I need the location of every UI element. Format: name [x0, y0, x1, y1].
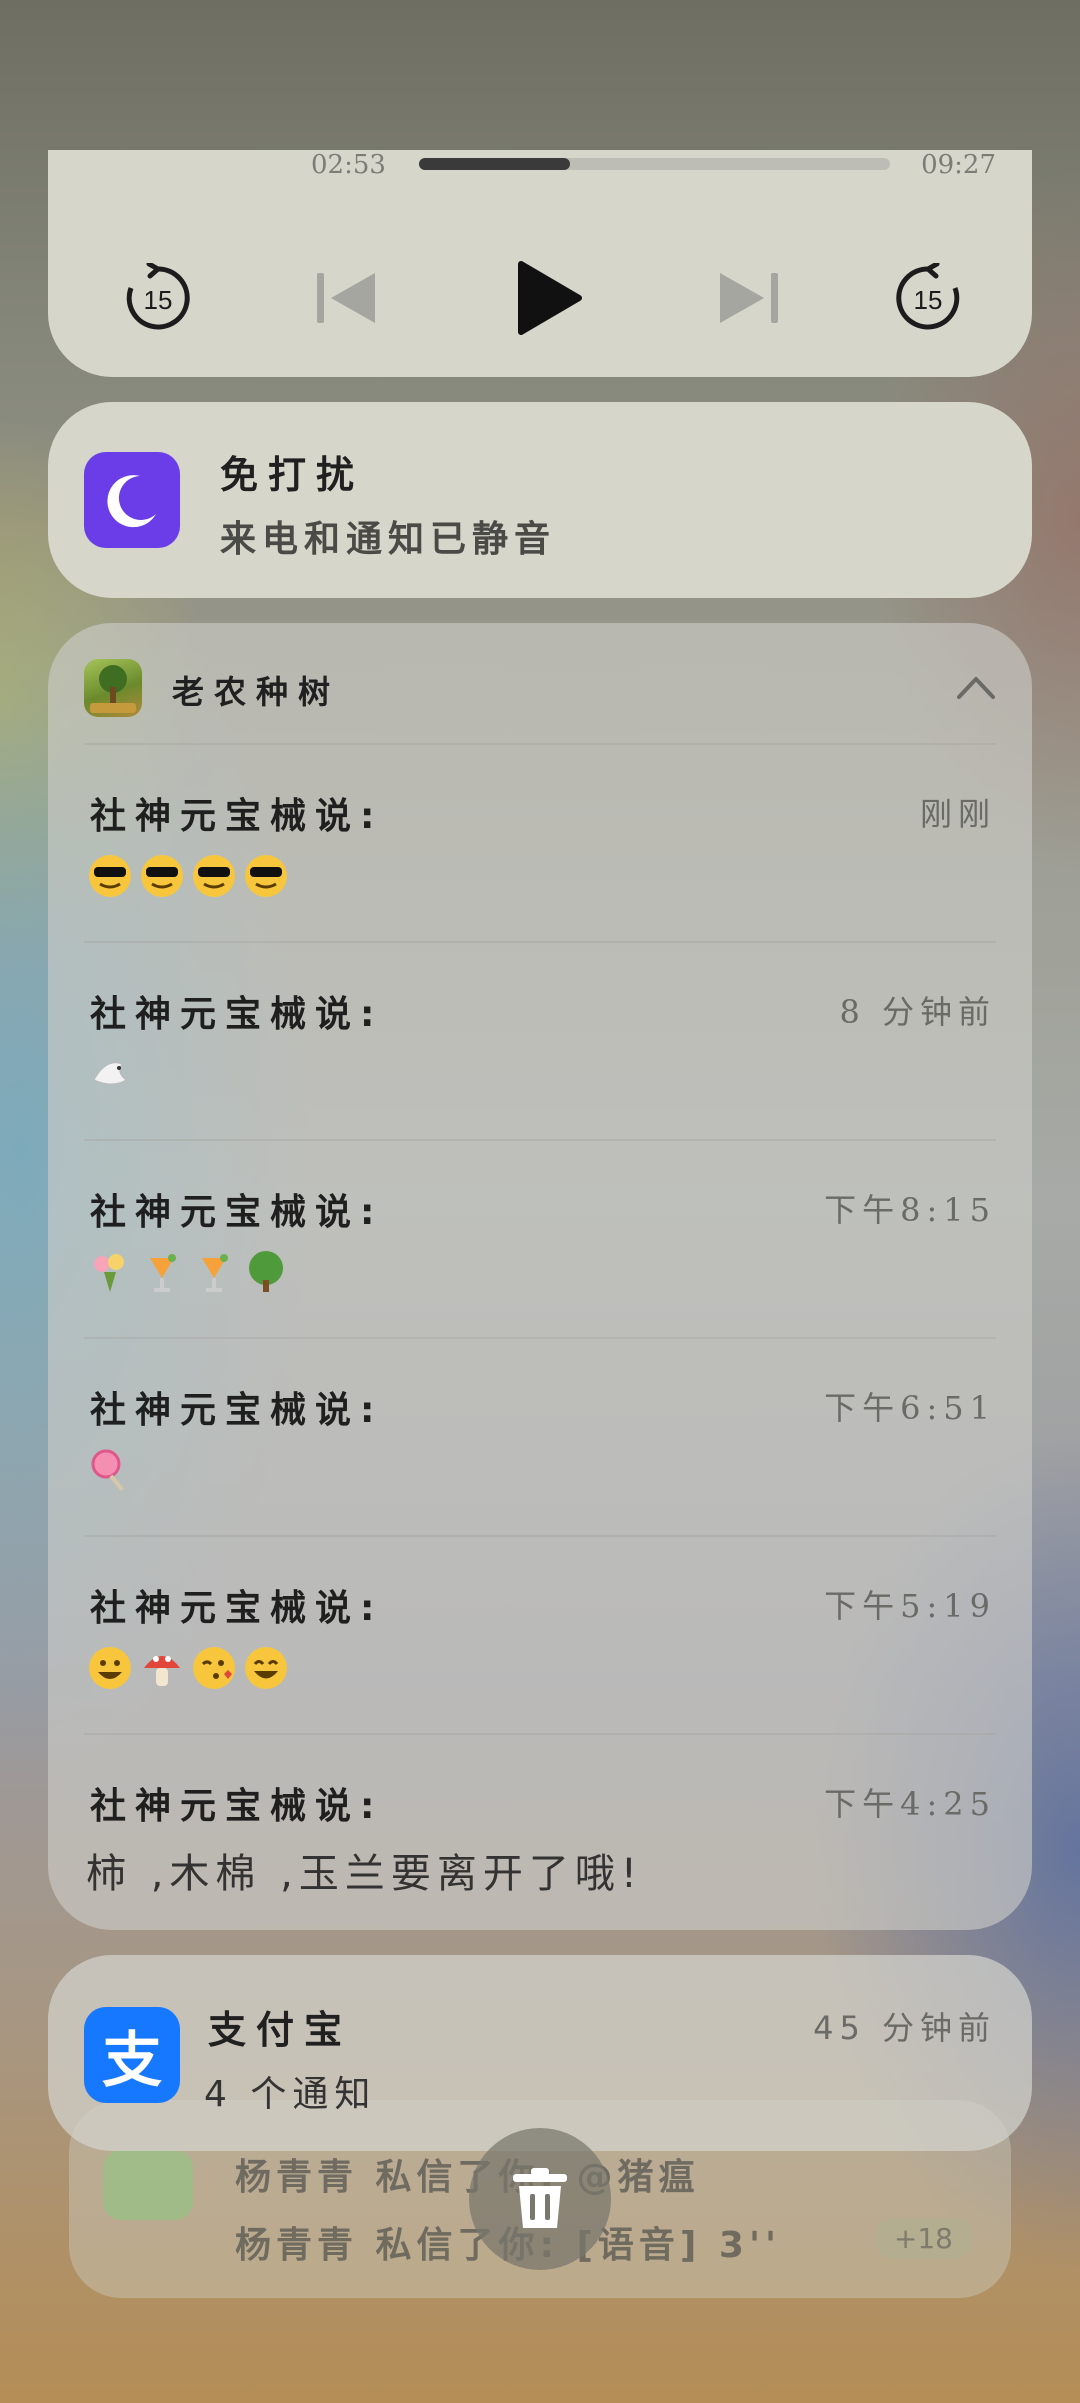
sunglasses-face-emoji-icon: [193, 855, 235, 897]
message-time: 下午5:19: [824, 1587, 996, 1625]
svg-text:15: 15: [914, 285, 943, 315]
message-time: 刚刚: [919, 795, 996, 833]
rewind-15-icon: 15: [126, 263, 190, 330]
lollipop-emoji-icon: [91, 1449, 124, 1491]
do-not-disturb-card[interactable]: 免打扰 来电和通知已静音: [48, 402, 1032, 598]
message-time: 下午4:25: [824, 1785, 996, 1823]
divider: [84, 1337, 996, 1339]
trash-icon: [513, 2168, 567, 2228]
moon-icon: [84, 452, 180, 548]
next-icon: [720, 273, 778, 323]
sunglasses-face-emoji-icon: [89, 855, 131, 897]
dove-emoji-icon: [93, 1062, 127, 1085]
elapsed-time: 02:53: [311, 150, 386, 180]
flower-bouquet-emoji-icon: [94, 1254, 124, 1292]
mushroom-emoji-icon: [144, 1656, 180, 1686]
message-time: 下午6:51: [824, 1389, 996, 1427]
message-body: [86, 1049, 138, 1098]
stacked-count-badge: +18: [873, 2218, 973, 2259]
duration-time: 09:27: [921, 150, 996, 180]
app-icon-laonong: [84, 659, 142, 717]
alipay-icon-glyph: 支: [102, 2025, 162, 2096]
alipay-icon: 支: [84, 2007, 180, 2103]
divider: [84, 743, 996, 745]
message-sender: 社神元宝械说:: [90, 1786, 384, 1827]
chevron-up-icon: [957, 677, 995, 699]
play-button[interactable]: [510, 260, 586, 336]
message-body: [86, 1445, 138, 1494]
alipay-app-name: 支付宝: [208, 2008, 353, 2052]
message-time: 下午8:15: [824, 1191, 996, 1229]
chat-app-icon: [103, 2150, 193, 2220]
dnd-subtitle: 来电和通知已静音: [220, 519, 557, 560]
clear-all-button[interactable]: [469, 2128, 611, 2270]
message-time: 8 分钟前: [839, 993, 996, 1031]
message-sender: 社神元宝械说:: [90, 1192, 384, 1233]
alipay-notification-card[interactable]: 支 支付宝 45 分钟前 4 个通知: [48, 1955, 1032, 2151]
tropical-drink-emoji-icon: [150, 1254, 176, 1292]
forward-15-button[interactable]: 15: [890, 260, 966, 336]
svg-text:15: 15: [144, 285, 173, 315]
playback-progress-fill: [419, 158, 570, 170]
grinning-face-emoji-icon: [89, 1647, 131, 1689]
divider: [84, 941, 996, 943]
previous-icon: [317, 273, 375, 323]
divider: [84, 1139, 996, 1141]
message-sender: 社神元宝械说:: [90, 994, 384, 1035]
alipay-time: 45 分钟前: [813, 2009, 996, 2047]
group-app-name: 老农种树: [172, 673, 341, 711]
alipay-summary: 4 个通知: [204, 2074, 377, 2115]
media-player-card: 02:53 09:27 15 15: [48, 150, 1032, 377]
playback-progress-bar[interactable]: [419, 158, 890, 170]
divider: [84, 1535, 996, 1537]
previous-track-button[interactable]: [309, 260, 385, 336]
rewind-15-button[interactable]: 15: [120, 260, 196, 336]
tree-emoji-icon: [249, 1251, 283, 1292]
message-body: [86, 851, 294, 900]
sunglasses-face-emoji-icon: [245, 855, 287, 897]
forward-15-icon: 15: [896, 263, 960, 330]
stacked-line-1: 杨青青 私信了你: @猪瘟: [235, 2157, 700, 2198]
sunglasses-face-emoji-icon: [141, 855, 183, 897]
notification-group-laonong: 老农种树 社神元宝械说: 刚刚 社神元宝械说: 8 分钟前 社神元宝械说: 下午8:15 社…: [48, 623, 1032, 1930]
message-sender: 社神元宝械说:: [90, 796, 384, 837]
divider: [84, 1733, 996, 1735]
message-body: 柿 ,木棉 ,玉兰要离开了哦!: [86, 1851, 643, 1897]
tropical-drink-emoji-icon: [202, 1254, 228, 1292]
play-icon: [518, 261, 582, 335]
dnd-title: 免打扰: [220, 453, 365, 497]
kissing-face-emoji-icon: [193, 1647, 235, 1689]
collapse-group-button[interactable]: [956, 673, 996, 701]
message-sender: 社神元宝械说:: [90, 1588, 384, 1629]
message-sender: 社神元宝械说:: [90, 1390, 384, 1431]
message-body: [86, 1247, 294, 1296]
smiling-face-emoji-icon: [245, 1647, 287, 1689]
next-track-button[interactable]: [710, 260, 786, 336]
message-body: [86, 1643, 294, 1692]
